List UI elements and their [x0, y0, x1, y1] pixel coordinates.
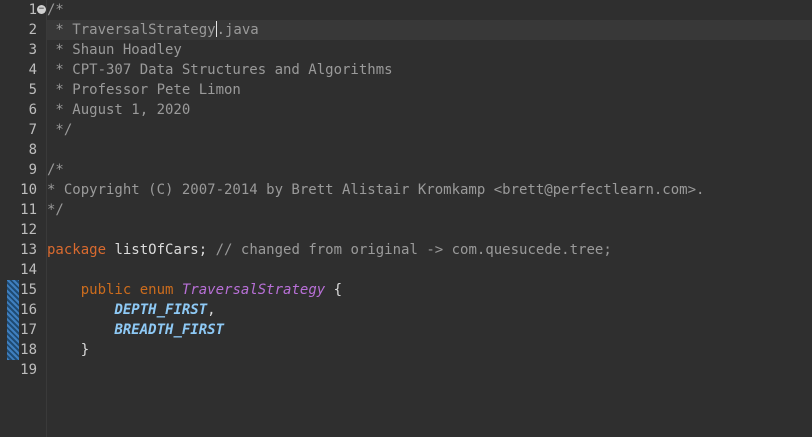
line-number: 16 [20, 302, 37, 318]
fold-toggle-icon[interactable]: − [37, 5, 46, 14]
code-line-15[interactable]: public enum TraversalStrategy { [47, 280, 812, 300]
line-number: 19 [20, 362, 37, 378]
code-line-16[interactable]: DEPTH_FIRST, [47, 300, 812, 320]
enum-constant: DEPTH_FIRST [114, 302, 208, 318]
code-editor[interactable]: 1 − 2 3 4 5 6 7 8 9 10 11 12 13 14 15 16… [0, 0, 812, 437]
comment-text: * CPT-307 Data Structures and Algorithms [47, 62, 393, 78]
comment-text: /* [47, 162, 64, 178]
comment-text: */ [47, 202, 64, 218]
close-brace: } [47, 342, 90, 358]
line-number: 7 [28, 122, 37, 138]
line-number: 11 [20, 202, 37, 218]
line-number: 12 [20, 222, 37, 238]
line-number: 9 [28, 162, 37, 178]
code-area[interactable]: /* * TraversalStrategy.java * Shaun Hoad… [47, 0, 812, 437]
line-number: 15 [20, 282, 37, 298]
code-line-10[interactable]: * Copyright (C) 2007-2014 by Brett Alist… [47, 180, 812, 200]
code-line-4[interactable]: * CPT-307 Data Structures and Algorithms [47, 60, 812, 80]
line-number: 14 [20, 262, 37, 278]
code-line-2-current[interactable]: * TraversalStrategy.java [47, 20, 812, 40]
public-keyword: public [80, 282, 132, 298]
line-number: 8 [28, 142, 37, 158]
line-number: 13 [20, 242, 37, 258]
comment-text: .java [216, 22, 259, 38]
package-name: listOfCars; [106, 242, 208, 258]
comment-text: * Professor Pete Limon [47, 82, 241, 98]
line-number: 6 [28, 102, 37, 118]
enum-keyword: enum [139, 282, 174, 298]
code-line-7[interactable]: */ [47, 120, 812, 140]
line-number-gutter: 1 − 2 3 4 5 6 7 8 9 10 11 12 13 14 15 16… [0, 0, 47, 437]
line-number: 2 [28, 22, 37, 38]
line-number: 17 [20, 322, 37, 338]
code-line-1[interactable]: /* [47, 0, 812, 20]
enum-constant: BREADTH_FIRST [114, 322, 225, 338]
code-line-9[interactable]: /* [47, 160, 812, 180]
open-brace: { [325, 282, 343, 298]
enum-type-name: TraversalStrategy [181, 282, 326, 298]
code-line-18[interactable]: } [47, 340, 812, 360]
line-number: 10 [20, 182, 37, 198]
comment-text: * Copyright (C) 2007-2014 by Brett Alist… [47, 182, 705, 198]
line-number: 4 [28, 62, 37, 78]
comment-text: */ [47, 122, 73, 138]
comment-text: /* [47, 2, 64, 18]
line-number: 3 [28, 42, 37, 58]
comment-text: * August 1, 2020 [47, 102, 191, 118]
code-line-11[interactable]: */ [47, 200, 812, 220]
line-number: 5 [28, 82, 37, 98]
code-line-6[interactable]: * August 1, 2020 [47, 100, 812, 120]
package-keyword: package [47, 242, 107, 258]
line-number: 18 [20, 342, 37, 358]
comma: , [207, 302, 216, 318]
line-comment: // changed from original -> com.quesuced… [207, 242, 612, 258]
code-line-5[interactable]: * Professor Pete Limon [47, 80, 812, 100]
line-number: 1 [28, 2, 37, 18]
code-line-17[interactable]: BREADTH_FIRST [47, 320, 812, 340]
comment-text: * Shaun Hoadley [47, 42, 182, 58]
code-line-3[interactable]: * Shaun Hoadley [47, 40, 812, 60]
code-line-13[interactable]: package listOfCars; // changed from orig… [47, 240, 812, 260]
comment-text: * TraversalStrategy [47, 22, 216, 38]
